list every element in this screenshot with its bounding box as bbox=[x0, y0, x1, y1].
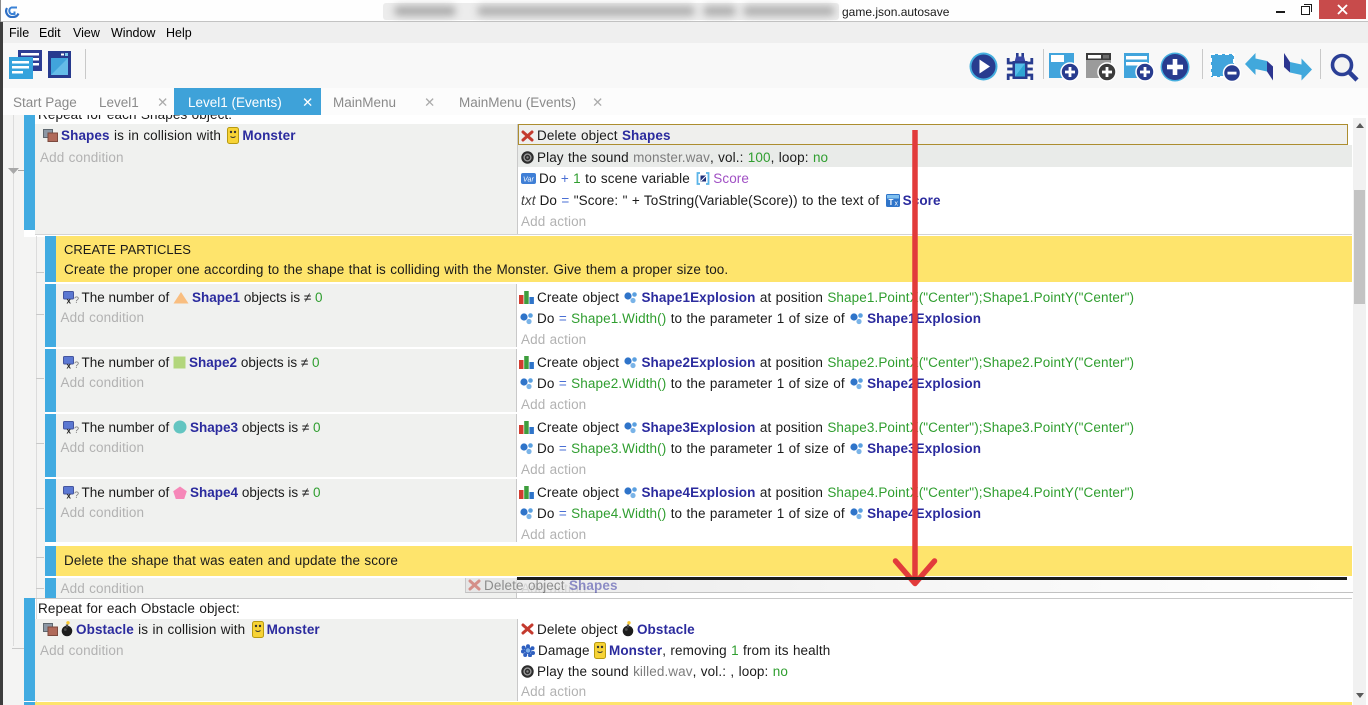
svg-text:?: ? bbox=[74, 490, 79, 499]
svg-text:x: x bbox=[66, 426, 71, 434]
svg-text:?: ? bbox=[74, 425, 79, 434]
svg-text:x: x bbox=[66, 361, 71, 369]
svg-text:Var: Var bbox=[523, 177, 535, 184]
svg-text:?: ? bbox=[74, 295, 79, 304]
svg-text:?: ? bbox=[74, 360, 79, 369]
svg-text:x: x bbox=[66, 296, 71, 304]
svg-text:x: x bbox=[66, 491, 71, 499]
